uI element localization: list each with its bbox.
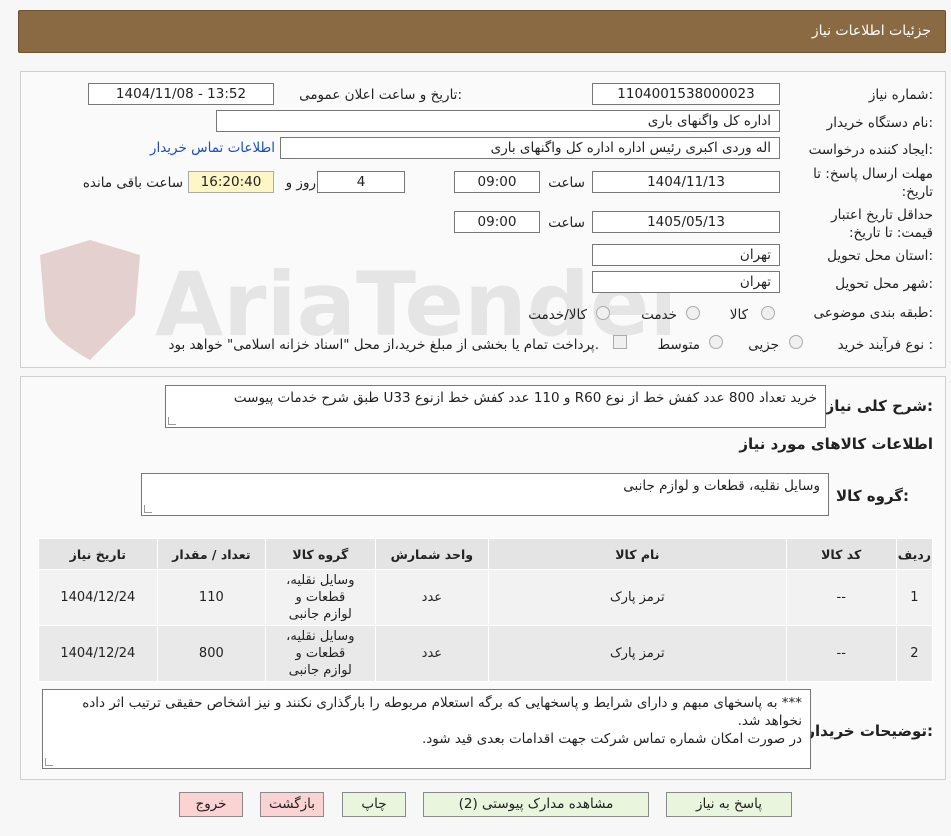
deadline-time-label: ساعت (548, 175, 585, 191)
deadline-time-field[interactable]: 09:00 (454, 171, 540, 193)
cell-date: 1404/12/24 (38, 569, 158, 626)
buyer-notes-textarea[interactable]: *** به پاسخهای مبهم و دارای شرایط و پاسخ… (42, 689, 811, 769)
process-label: نوع فرآیند خرید : (837, 337, 933, 353)
goods-group-label: گروه کالا: (836, 487, 909, 505)
col-unit: واحد شمارش (374, 538, 490, 570)
category-service-label: خدمت (641, 307, 677, 323)
cell-group: وسایل نقلیه، قطعات و لوازم جانبی (265, 625, 376, 682)
col-name: نام کالا (488, 538, 787, 570)
reply-button[interactable]: پاسخ به نیاز (666, 792, 792, 817)
buyer-notes-line-1: *** به پاسخهای مبهم و دارای شرایط و پاسخ… (82, 695, 802, 729)
table-header-row: ردیف کد کالا نام کالا واحد شمارش گروه کا… (38, 538, 934, 570)
cell-group: وسایل نقلیه، قطعات و لوازم جانبی (265, 569, 376, 626)
announce-label: تاریخ و ساعت اعلان عمومی: (299, 87, 462, 103)
summary-text: خرید تعداد 800 عدد کفش خط از نوع R60 و 1… (233, 390, 817, 406)
exit-button[interactable]: خروج (179, 792, 243, 817)
remaining-time-field: 16:20:40 (188, 171, 274, 193)
col-group: گروه کالا (265, 538, 376, 570)
validity-label: حداقل تاریخ اعتبار قیمت: تا تاریخ: (831, 207, 933, 241)
city-label: شهر محل تحویل: (835, 276, 933, 292)
category-goods-radio[interactable] (761, 306, 775, 320)
items-table: ردیف کد کالا نام کالا واحد شمارش گروه کا… (38, 538, 934, 682)
page-title: جزئیات اطلاعات نیاز (811, 23, 931, 39)
validity-date-field[interactable]: 1405/05/13 (592, 211, 780, 233)
col-date: تاریخ نیاز (38, 538, 158, 570)
cell-qty: 800 (156, 625, 267, 682)
process-minor-radio[interactable] (789, 335, 803, 349)
buyer-org-field[interactable]: اداره کل واگنهای باری (216, 110, 780, 132)
buyer-org-label: نام دستگاه خریدار: (826, 115, 933, 131)
cell-row: 2 (895, 625, 934, 682)
deadline-date-field[interactable]: 1404/11/13 (592, 171, 780, 193)
col-qty: تعداد / مقدار (156, 538, 267, 570)
table-row: 1 -- ترمز پارک عدد وسایل نقلیه، قطعات و … (38, 569, 934, 626)
cell-qty: 110 (156, 569, 267, 626)
col-row: ردیف (895, 538, 934, 570)
days-label: روز و (285, 175, 316, 191)
page-title-bar: جزئیات اطلاعات نیاز (18, 10, 946, 53)
province-field[interactable]: تهران (592, 244, 780, 266)
resize-handle-icon[interactable] (45, 758, 53, 766)
creator-label: ایجاد کننده درخواست: (808, 142, 933, 158)
goods-heading: اطلاعات کالاهای مورد نیاز (739, 435, 933, 453)
validity-time-label: ساعت (548, 215, 585, 231)
cell-unit: عدد (374, 569, 490, 626)
col-code: کد کالا (785, 538, 897, 570)
city-field[interactable]: تهران (592, 271, 780, 293)
announce-field[interactable]: 1404/11/08 - 13:52 (88, 83, 274, 105)
cell-code: -- (785, 625, 897, 682)
buyer-notes-label: توضیحات خریدار: (806, 722, 933, 740)
deadline-label: مهلت ارسال پاسخ: تا تاریخ: (813, 166, 933, 200)
days-field[interactable]: 4 (317, 171, 405, 193)
validity-time-field[interactable]: 09:00 (454, 211, 540, 233)
cell-unit: عدد (374, 625, 490, 682)
cell-date: 1404/12/24 (38, 625, 158, 682)
table-row: 2 -- ترمز پارک عدد وسایل نقلیه، قطعات و … (38, 625, 934, 682)
goods-group-text: وسایل نقلیه، قطعات و لوازم جانبی (623, 478, 820, 494)
print-button[interactable]: چاپ (342, 792, 406, 817)
cell-name: ترمز پارک (488, 625, 787, 682)
need-number-field[interactable]: 1104001538000023 (592, 83, 780, 105)
resize-handle-icon[interactable] (168, 417, 176, 425)
cell-name: ترمز پارک (488, 569, 787, 626)
cell-row: 1 (895, 569, 934, 626)
buyer-contact-link[interactable]: اطلاعات تماس خریدار (150, 140, 275, 156)
back-button[interactable]: بازگشت (260, 792, 324, 817)
process-medium-radio[interactable] (709, 335, 723, 349)
resize-handle-icon[interactable] (144, 505, 152, 513)
category-service-radio[interactable] (686, 306, 700, 320)
summary-label: شرح کلی نیاز: (825, 397, 933, 415)
goods-group-textarea[interactable]: وسایل نقلیه، قطعات و لوازم جانبی (141, 473, 829, 516)
cell-code: -- (785, 569, 897, 626)
summary-textarea[interactable]: خرید تعداد 800 عدد کفش خط از نوع R60 و 1… (165, 385, 826, 428)
province-label: استان محل تحویل: (827, 248, 933, 264)
category-goods-service-label: کالا/خدمت (528, 307, 587, 323)
process-minor-label: جزیی (748, 337, 779, 353)
payment-note: پرداخت تمام یا بخشی از مبلغ خرید،از محل … (168, 337, 599, 353)
process-medium-label: متوسط (657, 337, 700, 353)
category-label: طبقه بندی موضوعی: (813, 305, 933, 321)
attachments-button[interactable]: مشاهده مدارک پیوستی (2) (423, 792, 649, 817)
need-number-label: شماره نیاز: (868, 87, 933, 103)
treasury-checkbox[interactable] (613, 335, 627, 349)
category-goods-label: کالا (729, 307, 748, 323)
category-goods-service-radio[interactable] (596, 306, 610, 320)
creator-field[interactable]: اله وردی اکبری رئیس اداره اداره کل واگنه… (280, 137, 780, 159)
remaining-label: ساعت باقی مانده (82, 175, 183, 191)
buyer-notes-line-2: در صورت امکان شماره تماس شرکت جهت اقداما… (421, 731, 802, 747)
